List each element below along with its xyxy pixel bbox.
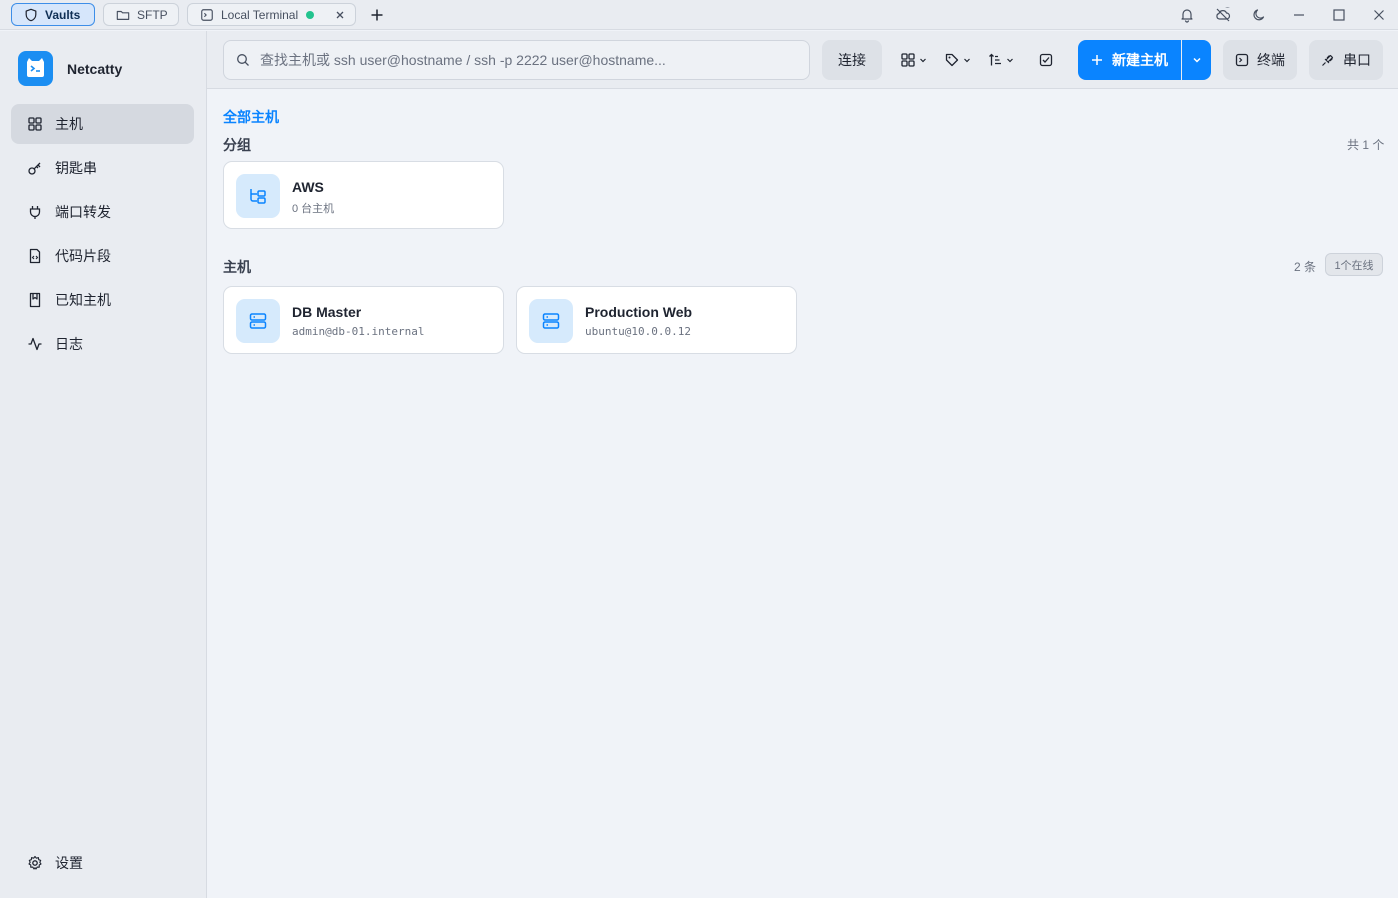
shield-icon — [25, 8, 37, 21]
breadcrumb[interactable]: 全部主机 — [223, 107, 279, 127]
sidebar-item-label: 设置 — [55, 855, 83, 871]
connect-button-label: 连接 — [838, 52, 866, 68]
serial-button-label: 串口 — [1343, 52, 1371, 68]
chevron-down-icon — [1192, 57, 1201, 63]
online-badge[interactable]: 1个在线 — [1325, 253, 1383, 276]
sidebar-item-snippets[interactable]: 代码片段 — [11, 236, 194, 276]
group-host-count: 0 台主机 — [292, 203, 335, 215]
sidebar-item-label: 日志 — [55, 336, 83, 352]
search-box[interactable] — [223, 40, 810, 80]
chevron-down-icon — [964, 58, 970, 63]
server-icon — [542, 313, 560, 329]
host-name: DB Master — [292, 304, 362, 320]
host-card-production-web[interactable]: Production Web ubuntu@10.0.0.12 — [516, 286, 797, 354]
cat-logo-icon — [27, 58, 44, 77]
tab-label: SFTP — [137, 7, 168, 22]
online-badge-label: 1个在线 — [1334, 259, 1374, 272]
group-name: AWS — [292, 179, 324, 195]
tab-label: Vaults — [45, 7, 81, 22]
new-host-button-label: 新建主机 — [1112, 52, 1168, 68]
new-host-button[interactable]: 新建主机 — [1078, 40, 1181, 80]
add-tab-icon[interactable] — [369, 7, 385, 23]
bookmark-icon — [29, 292, 41, 308]
view-mode-dropdown[interactable] — [901, 52, 928, 68]
search-icon — [237, 54, 249, 66]
tab-vaults[interactable]: Vaults — [11, 3, 95, 26]
connect-button[interactable]: 连接 — [822, 40, 882, 80]
sidebar-item-keychain[interactable]: 钥匙串 — [11, 148, 194, 188]
new-host-dropdown-button[interactable] — [1182, 40, 1211, 80]
chevron-down-icon — [920, 58, 926, 63]
bell-icon[interactable] — [1179, 7, 1195, 23]
sidebar-item-settings[interactable]: 设置 — [11, 843, 194, 883]
folder-tree-icon — [250, 189, 266, 204]
gear-icon — [28, 855, 42, 870]
server-icon — [249, 313, 267, 329]
host-address: ubuntu@10.0.0.12 — [585, 325, 691, 338]
tab-sftp[interactable]: SFTP — [103, 3, 179, 26]
sidebar-item-known-hosts[interactable]: 已知主机 — [11, 280, 194, 320]
tab-local-terminal[interactable]: Local Terminal — [187, 3, 356, 26]
window-close-icon[interactable] — [1371, 7, 1387, 23]
plus-icon — [1092, 55, 1102, 65]
hosts-count: 2 条 — [1294, 260, 1317, 274]
sidebar-item-logs[interactable]: 日志 — [11, 324, 194, 364]
hosts-section-title: 主机 — [223, 259, 251, 275]
search-input[interactable] — [260, 52, 800, 68]
terminal-icon — [1235, 53, 1249, 67]
groups-section-title: 分组 — [223, 137, 251, 153]
toolbar: 连接 新建主机 终端 串口 — [207, 31, 1398, 89]
cloud-off-icon[interactable] — [1215, 7, 1231, 23]
sidebar-item-hosts[interactable]: 主机 — [11, 104, 194, 144]
minimize-icon[interactable] — [1291, 7, 1307, 23]
folder-icon — [116, 10, 130, 20]
host-address: admin@db-01.internal — [292, 325, 425, 338]
sort-icon — [989, 53, 1001, 66]
activity-icon — [28, 337, 42, 351]
chevron-down-icon — [1007, 58, 1013, 63]
tag-filter-dropdown[interactable] — [945, 52, 972, 68]
app-name: Netcatty — [67, 61, 123, 77]
sidebar-item-port-forwarding[interactable]: 端口转发 — [11, 192, 194, 232]
plug-icon — [29, 206, 41, 219]
maximize-icon[interactable] — [1331, 7, 1347, 23]
checkbox-icon — [1039, 53, 1053, 67]
moon-icon[interactable] — [1251, 7, 1267, 23]
sidebar-item-label: 钥匙串 — [55, 160, 97, 176]
host-avatar — [529, 299, 573, 343]
key-icon — [28, 162, 41, 175]
main-content: 全部主机 分组 共 1 个 AWS 0 台主机 主机 2 条 1个在线 DB M… — [207, 90, 1398, 898]
sidebar: Netcatty 主机 钥匙串 端口转发 代码片段 已知主机 日志 设置 — [0, 31, 207, 898]
host-name: Production Web — [585, 304, 693, 320]
groups-count: 共 1 个 — [1347, 138, 1385, 152]
select-mode-button[interactable] — [1039, 52, 1053, 68]
host-card-db-master[interactable]: DB Master admin@db-01.internal — [223, 286, 504, 354]
sidebar-item-label: 已知主机 — [55, 292, 111, 308]
sidebar-item-label: 主机 — [55, 116, 83, 132]
sidebar-item-label: 端口转发 — [55, 204, 111, 220]
app-logo — [18, 51, 53, 86]
terminal-button[interactable]: 终端 — [1223, 40, 1297, 80]
terminal-icon — [201, 8, 213, 21]
title-bar: Vaults SFTP Local Terminal — [0, 0, 1398, 30]
terminal-button-label: 终端 — [1257, 52, 1285, 68]
grid-icon — [28, 117, 42, 131]
group-avatar — [236, 174, 280, 218]
sort-dropdown[interactable] — [988, 52, 1015, 68]
grid-view-icon — [901, 53, 915, 67]
serial-button[interactable]: 串口 — [1309, 40, 1383, 80]
close-icon[interactable] — [334, 9, 346, 21]
code-file-icon — [29, 248, 41, 264]
group-card-aws[interactable]: AWS 0 台主机 — [223, 161, 504, 229]
serial-plug-icon — [1322, 54, 1334, 66]
tag-icon — [945, 53, 959, 67]
online-status-dot — [306, 10, 315, 19]
tab-label: Local Terminal — [221, 7, 299, 22]
host-avatar — [236, 299, 280, 343]
sidebar-item-label: 代码片段 — [55, 248, 111, 264]
